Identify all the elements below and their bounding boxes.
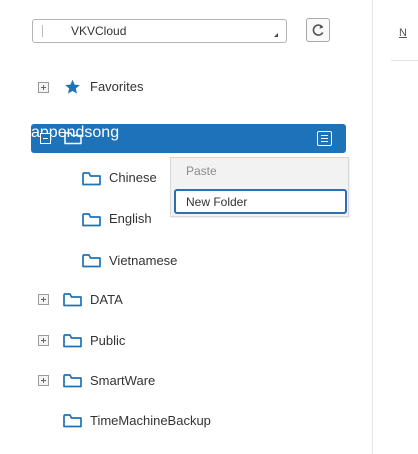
- tree-item-label: Favorites: [90, 79, 144, 94]
- expand-icon[interactable]: [38, 375, 49, 386]
- column-header[interactable]: N: [399, 27, 407, 39]
- tree-item-label: Public: [90, 333, 126, 348]
- tree-item-favorites[interactable]: Favorites: [0, 72, 372, 102]
- folder-icon: [64, 132, 82, 145]
- folder-icon: [63, 293, 82, 307]
- folder-icon: [63, 334, 82, 348]
- expand-icon[interactable]: [38, 335, 49, 346]
- star-icon: [65, 79, 80, 94]
- tree-item-appendsong[interactable]: appendsong: [31, 124, 346, 153]
- folder-icon: [82, 213, 101, 227]
- sidebar: VKVCloud Favorites appendsong Chinese En…: [0, 0, 372, 454]
- chevron-down-icon: [274, 33, 278, 37]
- refresh-button[interactable]: [306, 18, 330, 42]
- header-divider: [391, 60, 418, 61]
- device-selector[interactable]: VKVCloud: [32, 19, 287, 43]
- tree-item-label: TimeMachineBackup: [90, 413, 211, 428]
- menu-item-new-folder[interactable]: New Folder: [174, 189, 347, 214]
- tree-item-timemachinebackup[interactable]: TimeMachineBackup: [0, 406, 372, 436]
- menu-item-label: New Folder: [186, 195, 248, 209]
- collapse-icon[interactable]: [40, 133, 51, 144]
- tree-item-vietnamese[interactable]: Vietnamese: [0, 246, 372, 276]
- tree-item-data[interactable]: DATA: [0, 285, 372, 315]
- expand-icon[interactable]: [38, 82, 49, 93]
- device-selector-value: VKVCloud: [71, 24, 127, 38]
- tree-item-label: Vietnamese: [109, 253, 178, 268]
- folder-icon: [82, 254, 101, 268]
- tree-item-label: English: [109, 211, 152, 226]
- device-selector-divider: [42, 25, 43, 37]
- menu-item-paste[interactable]: Paste: [186, 164, 217, 178]
- folder-icon: [63, 374, 82, 388]
- tree-item-smartware[interactable]: SmartWare: [0, 366, 372, 396]
- folder-menu-button[interactable]: [317, 131, 332, 146]
- context-menu: Paste New Folder: [170, 157, 349, 217]
- tree-item-public[interactable]: Public: [0, 326, 372, 356]
- expand-icon[interactable]: [38, 294, 49, 305]
- folder-icon: [63, 414, 82, 428]
- tree-item-label: Chinese: [109, 170, 157, 185]
- refresh-icon: [312, 24, 324, 36]
- tree-item-chinese[interactable]: Chinese: [0, 162, 168, 192]
- folder-icon: [82, 172, 101, 186]
- main-panel: N: [373, 0, 418, 454]
- tree-item-label: SmartWare: [90, 373, 156, 388]
- tree-item-label: DATA: [90, 292, 123, 307]
